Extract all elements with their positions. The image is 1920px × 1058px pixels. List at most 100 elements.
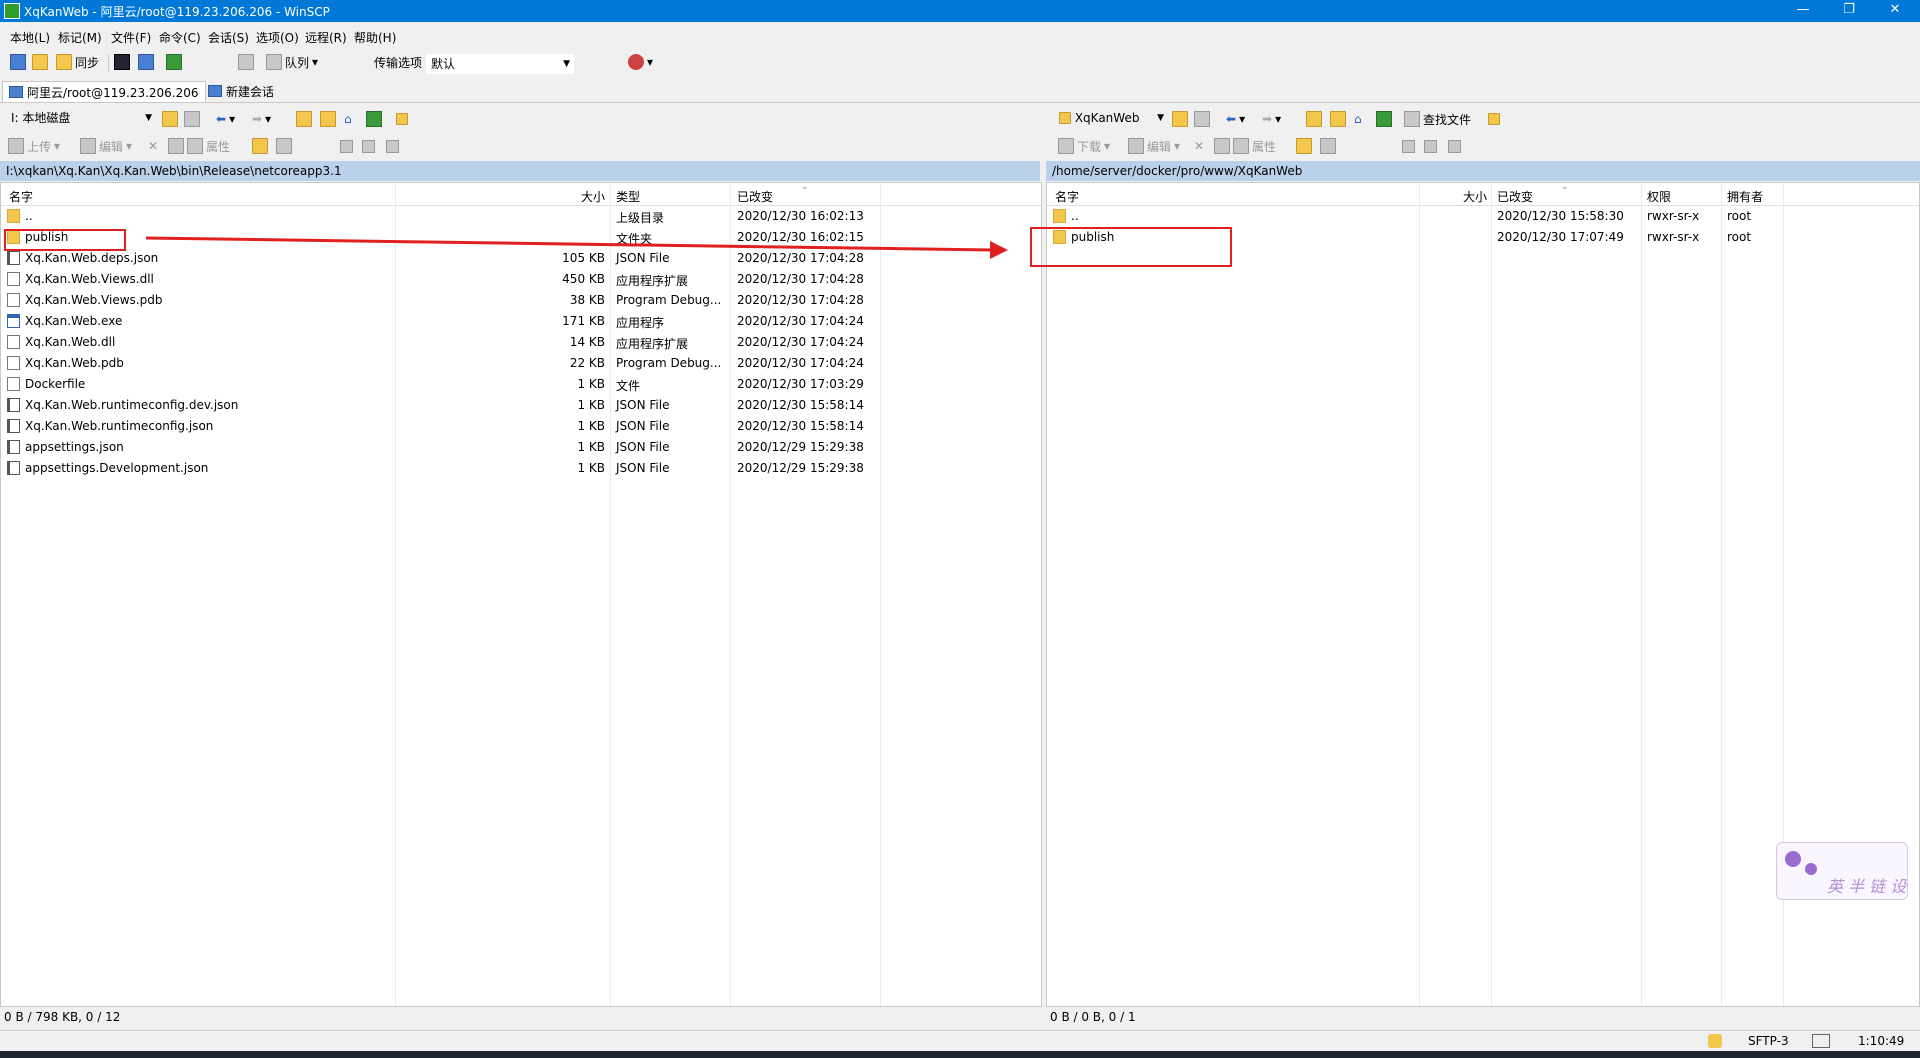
remote-path-bar[interactable]: /home/server/docker/pro/www/XqKanWeb — [1046, 161, 1920, 181]
tab-aliyun-session[interactable]: 阿里云/root@119.23.206.206 — [2, 81, 206, 102]
remote-dir-select[interactable]: XqKanWeb ▼ — [1054, 108, 1168, 128]
menu-help[interactable]: 帮助(H) — [354, 29, 396, 46]
file-row[interactable]: appsettings.json 1 KB JSON File 2020/12/29 … — [1, 437, 1041, 458]
root-folder-icon — [320, 111, 336, 127]
remote-delete-button[interactable]: ✕ — [1194, 136, 1204, 156]
file-row[interactable]: Xq.Kan.Web.dll 14 KB 应用程序扩展 2020/12/30 17:0… — [1, 332, 1041, 353]
local-home-button[interactable]: ⌂ — [344, 109, 352, 129]
file-name: Xq.Kan.Web.Views.pdb — [25, 293, 163, 307]
column-modified-header[interactable]: 已改变 — [1497, 188, 1533, 205]
file-size: 450 KB — [562, 272, 605, 286]
file-name: Xq.Kan.Web.deps.json — [25, 251, 159, 265]
local-path-bar[interactable]: I:\xqkan\Xq.Kan\Xq.Kan.Web\bin\Release\n… — [0, 161, 1040, 181]
remote-back-button[interactable]: ⬅ ▾ — [1226, 109, 1245, 129]
local-select-all-button[interactable] — [340, 136, 353, 156]
rename-icon — [1214, 138, 1230, 154]
refresh-view-button[interactable] — [166, 52, 182, 72]
synchronize-button[interactable]: 同步 — [56, 52, 99, 72]
upload-button[interactable]: 上传 ▾ — [8, 136, 60, 156]
remote-select-all-button[interactable] — [1402, 136, 1415, 156]
file-row[interactable]: Xq.Kan.Web.exe 171 KB 应用程序 2020/12/30 17:04… — [1, 311, 1041, 332]
remote-home-button[interactable]: ⌂ — [1354, 109, 1362, 129]
file-row[interactable]: Xq.Kan.Web.Views.dll 450 KB 应用程序扩展 2020/12/… — [1, 269, 1041, 290]
preferences-button[interactable] — [238, 52, 254, 72]
local-new-file-button[interactable] — [276, 136, 292, 156]
remote-root-dir-button[interactable] — [1330, 109, 1346, 129]
local-filter-button[interactable] — [184, 109, 200, 129]
menu-session[interactable]: 会话(S) — [208, 29, 249, 46]
column-modified-header[interactable]: 已改变 — [737, 188, 773, 205]
file-row[interactable]: Dockerfile 1 KB 文件 2020/12/30 17:03:29 — [1, 374, 1041, 395]
menu-remote[interactable]: 远程(R) — [305, 29, 347, 46]
close-button[interactable]: ✕ — [1872, 0, 1918, 22]
column-size-header[interactable]: 大小 — [561, 188, 605, 205]
column-name-header[interactable]: 名字 — [1055, 188, 1079, 205]
menu-options[interactable]: 选项(O) — [256, 29, 299, 46]
menu-bar: 本地(L) 标记(M) 文件(F) 命令(C) 会话(S) 选项(O) 远程(R… — [0, 24, 1920, 50]
file-row[interactable]: .. 上级目录 2020/12/30 16:02:13 — [1, 206, 1041, 227]
new-folder-icon — [1296, 138, 1312, 154]
find-files-button[interactable]: 查找文件 — [1404, 109, 1471, 129]
file-name: Xq.Kan.Web.exe — [25, 314, 123, 328]
remote-properties-button[interactable]: 属性 — [1214, 136, 1276, 156]
local-new-folder-button[interactable] — [252, 136, 268, 156]
remote-unselect-button[interactable] — [1424, 136, 1437, 156]
file-type: JSON File — [616, 398, 670, 412]
remote-filter-select-button[interactable] — [1448, 136, 1461, 156]
local-open-dir-button[interactable] — [162, 109, 178, 129]
local-unselect-button[interactable] — [362, 136, 375, 156]
file-row[interactable]: .. 2020/12/30 15:58:30 rwxr-sr-x root — [1047, 206, 1919, 227]
maximize-button[interactable]: ❐ — [1826, 0, 1872, 22]
menu-mark[interactable]: 标记(M) — [58, 29, 102, 46]
column-size-header[interactable]: 大小 — [1445, 188, 1487, 205]
menu-local[interactable]: 本地(L) — [10, 29, 50, 46]
local-properties-button[interactable]: 属性 — [168, 136, 230, 156]
column-rights-header[interactable]: 权限 — [1647, 188, 1671, 205]
remote-refresh-button[interactable] — [1376, 109, 1392, 129]
local-root-dir-button[interactable] — [320, 109, 336, 129]
file-row[interactable]: Xq.Kan.Web.runtimeconfig.json 1 KB JSON Fi… — [1, 416, 1041, 437]
tab-new-session[interactable]: 新建会话 — [202, 81, 280, 101]
local-tree-button[interactable] — [396, 109, 408, 129]
file-row[interactable]: Xq.Kan.Web.deps.json 105 KB JSON File 2020/… — [1, 248, 1041, 269]
remote-filter-button[interactable] — [1194, 109, 1210, 129]
putty-button[interactable] — [138, 52, 154, 72]
compare-dirs-button[interactable] — [10, 52, 26, 72]
file-row[interactable]: Xq.Kan.Web.runtimeconfig.dev.json 1 KB JSO… — [1, 395, 1041, 416]
remote-tree-button[interactable] — [1488, 109, 1500, 129]
queue-button[interactable]: 队列 ▾ — [266, 52, 318, 72]
sync-browse-button[interactable] — [32, 52, 48, 72]
open-terminal-button[interactable] — [114, 52, 130, 72]
file-row[interactable]: Xq.Kan.Web.pdb 22 KB Program Debug... 2020/… — [1, 353, 1041, 374]
file-row[interactable]: appsettings.Development.json 1 KB JSON Fil… — [1, 458, 1041, 479]
transfer-settings-select[interactable]: 默认 ▼ — [426, 54, 574, 74]
file-modified: 2020/12/29 15:29:38 — [737, 461, 864, 475]
local-filter-select-button[interactable] — [386, 136, 399, 156]
download-button[interactable]: 下载 ▾ — [1058, 136, 1110, 156]
local-file-list[interactable]: 名字 大小 类型 已改变 ⌄ .. 上级目录 2020/12/30 16:02:13… — [0, 182, 1042, 1007]
file-row[interactable]: Xq.Kan.Web.Views.pdb 38 KB Program Debug..… — [1, 290, 1041, 311]
column-name-header[interactable]: 名字 — [9, 188, 33, 205]
local-parent-dir-button[interactable] — [296, 109, 312, 129]
file-row[interactable]: publish 文件夹 2020/12/30 16:02:15 — [1, 227, 1041, 248]
local-edit-button[interactable]: 编辑 ▾ — [80, 136, 132, 156]
column-type-header[interactable]: 类型 — [616, 188, 640, 205]
remote-new-file-button[interactable] — [1320, 136, 1336, 156]
remote-forward-button[interactable]: ➡ ▾ — [1262, 109, 1281, 129]
disconnect-button[interactable]: ▾ — [628, 52, 653, 72]
menu-commands[interactable]: 命令(C) — [159, 29, 201, 46]
local-back-button[interactable]: ⬅ ▾ — [216, 109, 235, 129]
column-owner-header[interactable]: 拥有者 — [1727, 188, 1763, 205]
local-forward-button[interactable]: ➡ ▾ — [252, 109, 271, 129]
remote-edit-button[interactable]: 编辑 ▾ — [1128, 136, 1180, 156]
remote-open-dir-button[interactable] — [1172, 109, 1188, 129]
minimize-button[interactable]: — — [1780, 0, 1826, 22]
local-delete-button[interactable]: ✕ — [148, 136, 158, 156]
remote-new-folder-button[interactable] — [1296, 136, 1312, 156]
putty-icon — [138, 54, 154, 70]
local-drive-select[interactable]: I: 本地磁盘 ▼ — [6, 108, 156, 128]
chevron-down-icon: ▾ — [1239, 112, 1246, 126]
local-refresh-button[interactable] — [366, 109, 382, 129]
remote-parent-dir-button[interactable] — [1306, 109, 1322, 129]
menu-file[interactable]: 文件(F) — [111, 29, 151, 46]
